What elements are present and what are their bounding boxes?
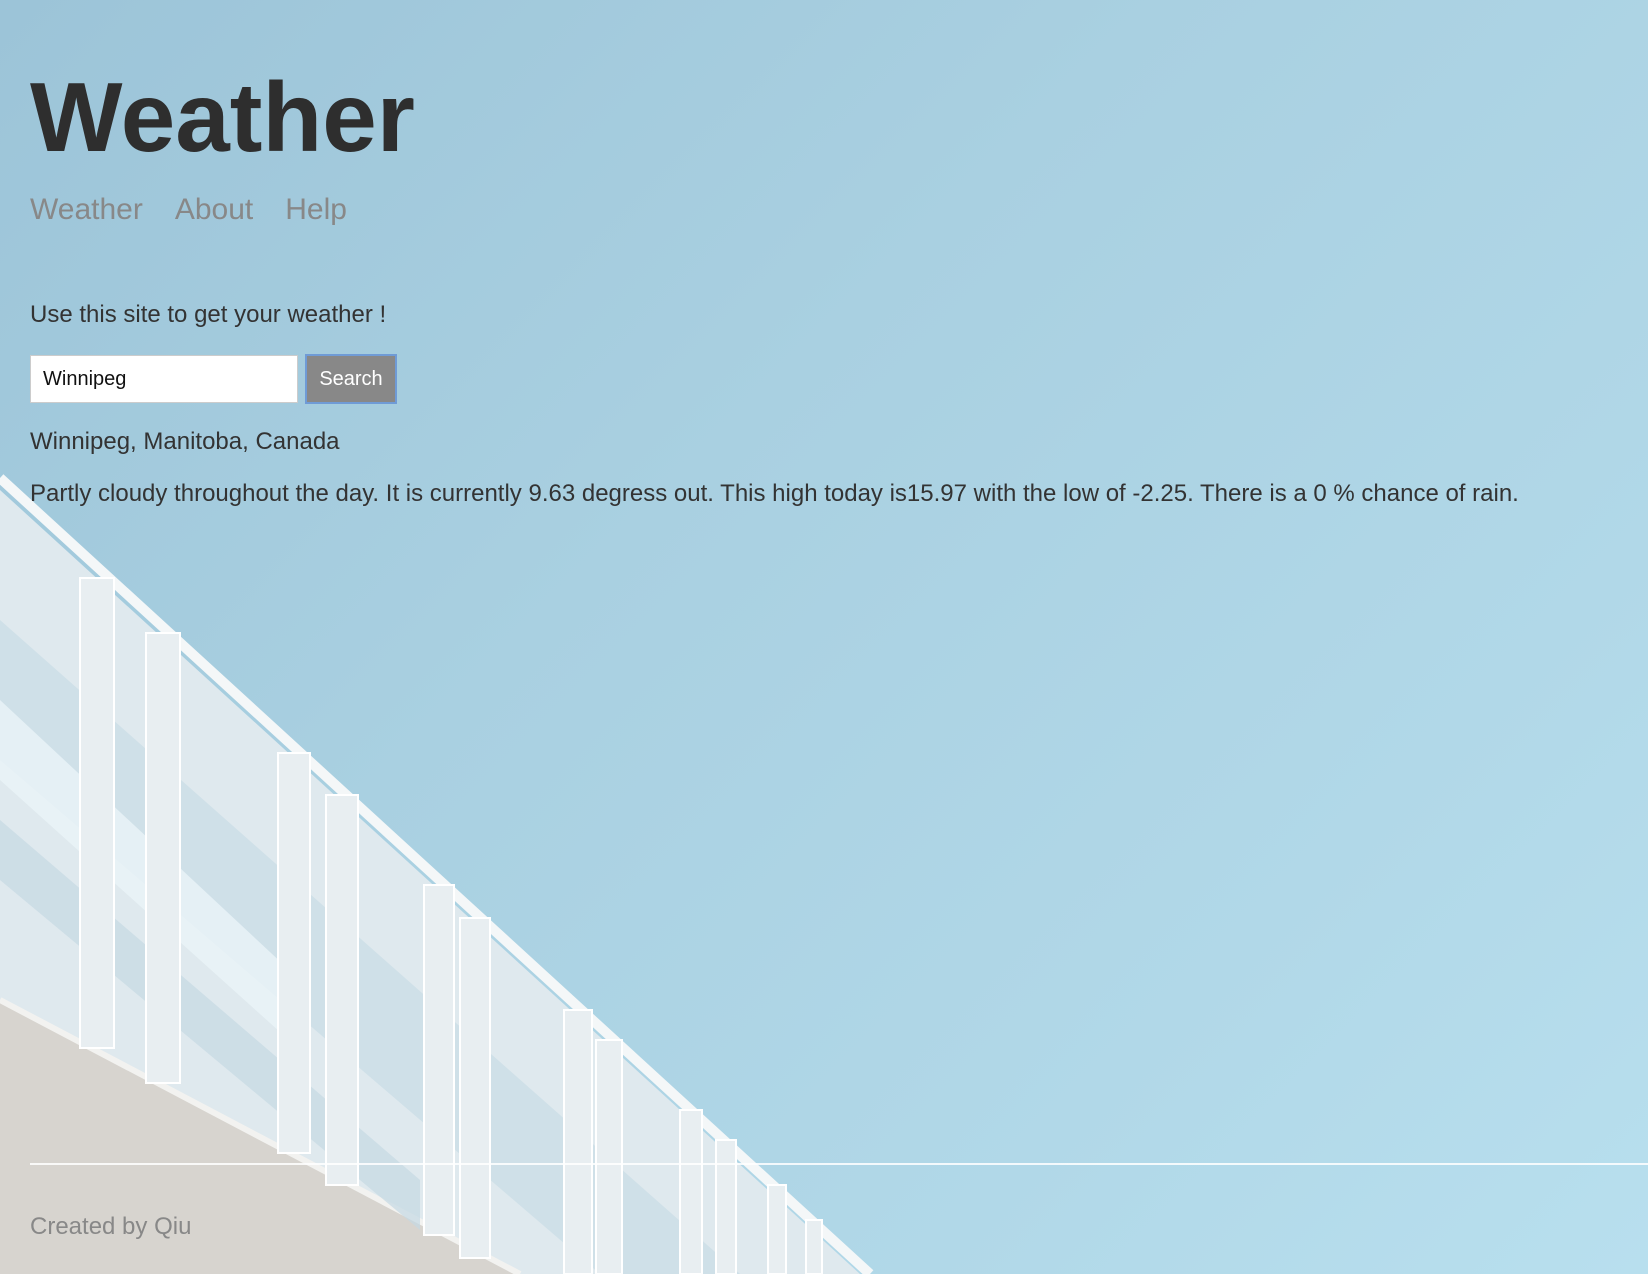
nav-link-about[interactable]: About: [175, 193, 253, 227]
search-button[interactable]: Search: [305, 354, 397, 404]
location-result: Winnipeg, Manitoba, Canada: [30, 428, 340, 455]
forecast-result: Partly cloudy throughout the day. It is …: [30, 480, 1519, 507]
page-content: Weather Weather About Help Use this site…: [30, 0, 1648, 1274]
intro-text: Use this site to get your weather !: [30, 301, 387, 328]
main-nav: Weather About Help: [30, 193, 347, 227]
search-form: Search: [30, 354, 397, 404]
nav-link-help[interactable]: Help: [285, 193, 347, 227]
footer-credit: Created by Qiu: [30, 1213, 192, 1240]
footer-divider: [30, 1163, 1648, 1165]
page-title: Weather: [30, 62, 415, 172]
location-search-input[interactable]: [30, 355, 298, 403]
nav-link-weather[interactable]: Weather: [30, 193, 143, 227]
